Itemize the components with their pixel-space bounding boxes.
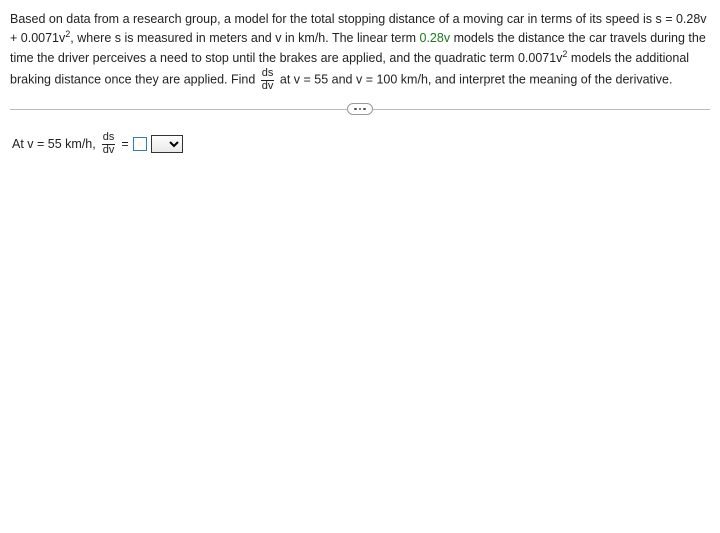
quadratic-term: 0.0071v2 <box>518 51 568 65</box>
text-segment: , where s is measured in meters and v in… <box>70 31 419 45</box>
derivative-fraction: dsdv <box>261 68 275 92</box>
ellipsis-icon <box>363 108 366 111</box>
ellipsis-icon <box>359 108 362 111</box>
expand-button[interactable] <box>347 103 373 115</box>
answer-input[interactable] <box>133 137 147 151</box>
linear-term: 0.28v <box>420 31 451 45</box>
text-segment: at v = 55 and v = 100 km/h, and interpre… <box>276 72 672 86</box>
section-divider <box>10 102 710 116</box>
answer-row: At v = 55 km/h, ds dv = <box>10 132 710 156</box>
unit-select[interactable] <box>151 135 183 153</box>
text-segment: Based on data from a research group, a m… <box>10 12 655 26</box>
derivative-fraction: ds dv <box>102 132 116 156</box>
ellipsis-icon <box>354 108 357 111</box>
equals-sign: = <box>121 137 128 151</box>
problem-statement: Based on data from a research group, a m… <box>10 10 710 92</box>
answer-prefix: At v = 55 km/h, <box>12 137 96 151</box>
